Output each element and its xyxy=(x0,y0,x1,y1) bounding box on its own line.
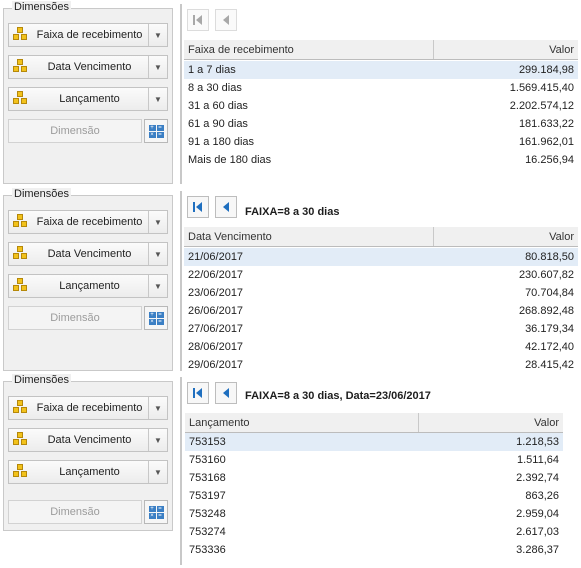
table-header: Data Vencimento Valor xyxy=(184,227,578,247)
table-header: Faixa de recebimento Valor xyxy=(184,40,578,60)
table-row[interactable]: Mais de 180 dias 16.256,94 xyxy=(184,151,578,169)
dimension-button-data-vencimento[interactable]: Data Vencimento ▼ xyxy=(8,242,168,266)
table-row[interactable]: 753336 3.286,37 xyxy=(185,541,563,559)
table-row[interactable]: 753160 1.511,64 xyxy=(185,451,563,469)
chevron-down-icon[interactable]: ▼ xyxy=(149,63,167,72)
table-row[interactable]: 753248 2.959,04 xyxy=(185,505,563,523)
table-row[interactable]: 21/06/2017 80.818,50 xyxy=(184,248,578,266)
dimension-button-lancamento[interactable]: Lançamento ▼ xyxy=(8,87,168,111)
breadcrumb: FAIXA=8 a 30 dias, Data=23/06/2017 xyxy=(245,390,431,402)
dimensions-legend: Dimensões xyxy=(12,1,72,13)
dimension-cubes-icon xyxy=(13,400,31,416)
drilldown-panel-3: Dimensões Faixa de recebimento ▼ Data Ve… xyxy=(0,373,581,568)
previous-page-icon xyxy=(223,202,229,212)
chevron-down-icon[interactable]: ▼ xyxy=(149,404,167,413)
table-header: Lançamento Valor xyxy=(185,413,563,433)
dimension-cubes-icon xyxy=(13,214,31,230)
first-page-button[interactable] xyxy=(187,196,209,218)
dimension-button-label: Lançamento xyxy=(59,93,120,105)
table-row[interactable]: 31 a 60 dias 2.202.574,12 xyxy=(184,97,578,115)
table-row[interactable]: 29/06/2017 28.415,42 xyxy=(184,356,578,374)
column-header-dimension[interactable]: Data Vencimento xyxy=(184,227,434,246)
chevron-down-icon[interactable]: ▼ xyxy=(149,250,167,259)
dimension-cubes-icon xyxy=(13,432,31,448)
dimensions-legend: Dimensões xyxy=(12,188,72,200)
table-row[interactable]: 91 a 180 dias 161.962,01 xyxy=(184,133,578,151)
table-row[interactable]: 753168 2.392,74 xyxy=(185,469,563,487)
previous-page-icon xyxy=(223,15,229,25)
chevron-down-icon[interactable]: ▼ xyxy=(149,468,167,477)
grid-config-icon[interactable]: + = × = xyxy=(144,306,168,330)
chevron-down-icon[interactable]: ▼ xyxy=(149,218,167,227)
dimension-button-label: Faixa de recebimento xyxy=(36,216,143,228)
dimension-button-label: Data Vencimento xyxy=(47,434,132,446)
dimension-cubes-icon xyxy=(13,278,31,294)
previous-page-button[interactable] xyxy=(215,196,237,218)
first-page-icon xyxy=(193,388,202,398)
dimensions-box: Dimensões Faixa de recebimento ▼ Data Ve… xyxy=(3,188,173,371)
grid-config-icon[interactable]: + = × = xyxy=(144,500,168,524)
table-row[interactable]: 753274 2.617,03 xyxy=(185,523,563,541)
dimension-button-faixa[interactable]: Faixa de recebimento ▼ xyxy=(8,396,168,420)
dimension-button-label: Faixa de recebimento xyxy=(36,402,143,414)
dimension-empty-slot[interactable]: Dimensão xyxy=(8,306,142,330)
first-page-icon xyxy=(193,202,202,212)
table-row[interactable]: 1 a 7 dias 299.184,98 xyxy=(184,61,578,79)
grid-config-icon[interactable]: + = × = xyxy=(144,119,168,143)
dimensions-box: Dimensões Faixa de recebimento ▼ Data Ve… xyxy=(3,1,173,184)
dimension-button-label: Lançamento xyxy=(59,280,120,292)
table-row[interactable]: 27/06/2017 36.179,34 xyxy=(184,320,578,338)
table-row[interactable]: 61 a 90 dias 181.633,22 xyxy=(184,115,578,133)
table-row[interactable]: 8 a 30 dias 1.569.415,40 xyxy=(184,79,578,97)
dimension-button-data-vencimento[interactable]: Data Vencimento ▼ xyxy=(8,428,168,452)
dimension-cubes-icon xyxy=(13,27,31,43)
dimension-cubes-icon xyxy=(13,59,31,75)
dimension-button-label: Data Vencimento xyxy=(47,61,132,73)
chevron-down-icon[interactable]: ▼ xyxy=(149,282,167,291)
chevron-down-icon[interactable]: ▼ xyxy=(149,436,167,445)
dimensions-box: Dimensões Faixa de recebimento ▼ Data Ve… xyxy=(3,374,173,531)
dimension-empty-slot[interactable]: Dimensão xyxy=(8,500,142,524)
dimension-cubes-icon xyxy=(13,464,31,480)
chevron-down-icon[interactable]: ▼ xyxy=(149,95,167,104)
dimension-button-data-vencimento[interactable]: Data Vencimento ▼ xyxy=(8,55,168,79)
table-row[interactable]: 22/06/2017 230.607,82 xyxy=(184,266,578,284)
column-header-dimension[interactable]: Faixa de recebimento xyxy=(184,40,434,59)
dimension-button-lancamento[interactable]: Lançamento ▼ xyxy=(8,460,168,484)
table-row[interactable]: 753197 863,26 xyxy=(185,487,563,505)
dimension-cubes-icon xyxy=(13,246,31,262)
dimension-cubes-icon xyxy=(13,91,31,107)
dimensions-legend: Dimensões xyxy=(12,374,72,386)
table-row[interactable]: 23/06/2017 70.704,84 xyxy=(184,284,578,302)
dimension-button-label: Lançamento xyxy=(59,466,120,478)
column-header-valor[interactable]: Valor xyxy=(419,417,563,429)
drilldown-panel-1: Dimensões Faixa de recebimento ▼ Data Ve… xyxy=(0,0,581,186)
first-page-button[interactable] xyxy=(187,9,209,31)
table-row[interactable]: 753153 1.218,53 xyxy=(185,433,563,451)
breadcrumb: FAIXA=8 a 30 dias xyxy=(245,206,340,218)
table-row[interactable]: 28/06/2017 42.172,40 xyxy=(184,338,578,356)
previous-page-button[interactable] xyxy=(215,9,237,31)
column-header-valor[interactable]: Valor xyxy=(434,44,578,56)
chevron-down-icon[interactable]: ▼ xyxy=(149,31,167,40)
dimension-button-faixa[interactable]: Faixa de recebimento ▼ xyxy=(8,23,168,47)
first-page-button[interactable] xyxy=(187,382,209,404)
dimension-button-label: Data Vencimento xyxy=(47,248,132,260)
dimension-button-label: Faixa de recebimento xyxy=(36,29,143,41)
column-header-dimension[interactable]: Lançamento xyxy=(185,413,419,432)
dimension-empty-slot[interactable]: Dimensão xyxy=(8,119,142,143)
table-row[interactable]: 26/06/2017 268.892,48 xyxy=(184,302,578,320)
dimension-button-faixa[interactable]: Faixa de recebimento ▼ xyxy=(8,210,168,234)
dimension-button-lancamento[interactable]: Lançamento ▼ xyxy=(8,274,168,298)
previous-page-button[interactable] xyxy=(215,382,237,404)
column-header-valor[interactable]: Valor xyxy=(434,231,578,243)
first-page-icon xyxy=(193,15,202,25)
drilldown-panel-2: Dimensões Faixa de recebimento ▼ Data Ve… xyxy=(0,187,581,373)
previous-page-icon xyxy=(223,388,229,398)
